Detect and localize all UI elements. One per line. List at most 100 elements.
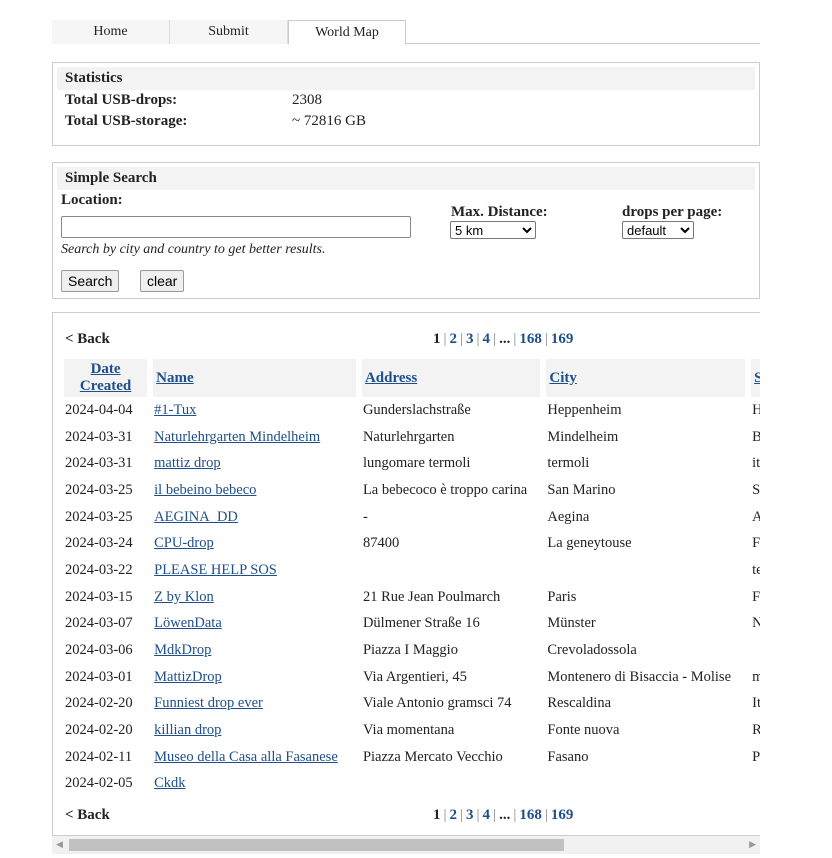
- drop-link[interactable]: AEGINA_DD: [154, 509, 238, 525]
- drop-link[interactable]: il bebeino bebeco: [154, 482, 256, 498]
- sort-link[interactable]: Address: [365, 370, 417, 386]
- back-link[interactable]: < Back: [65, 807, 110, 824]
- page-separator: |: [460, 331, 464, 347]
- name-cell: Z by Klon: [153, 584, 356, 611]
- statistics-panel: Statistics Total USB-drops: 2308 Total US…: [52, 62, 760, 146]
- drop-link[interactable]: Museo della Casa alla Fasanese: [154, 749, 338, 765]
- page-separator: |: [476, 331, 480, 347]
- page-separator: |: [513, 807, 517, 823]
- state-cell: tex: [752, 561, 760, 578]
- drop-link[interactable]: CPU-drop: [154, 535, 214, 551]
- max-distance-label: Max. Distance:: [451, 204, 548, 220]
- state-cell: Ita: [752, 695, 760, 712]
- table-row: 2024-03-24 CPU-drop 87400 La geneytouse Fra: [64, 530, 760, 557]
- drop-link[interactable]: Funniest drop ever: [154, 695, 263, 711]
- name-cell: AEGINA_DD: [153, 504, 356, 531]
- date-cell: 2024-03-25: [65, 508, 133, 525]
- page-link[interactable]: 168: [519, 807, 542, 823]
- sort-link[interactable]: Name: [156, 370, 194, 386]
- city-cell: termoli: [547, 455, 590, 472]
- date-cell: 2024-04-04: [65, 401, 133, 418]
- column-header: St: [751, 359, 760, 397]
- page-link[interactable]: 169: [551, 807, 574, 823]
- name-cell: CPU-drop: [153, 530, 356, 557]
- drop-link[interactable]: killian drop: [154, 722, 221, 738]
- name-cell: MattizDrop: [153, 664, 356, 691]
- total-drops-value: 2308: [292, 92, 322, 108]
- table-row: 2024-04-04 #1-Tux Gunderslachstraße Heppenh…: [64, 397, 760, 424]
- nav-tabs: Home Submit World Map: [52, 20, 760, 45]
- drop-link[interactable]: LöwenData: [154, 615, 222, 631]
- max-distance-select[interactable]: 5 km: [450, 221, 536, 239]
- back-link[interactable]: < Back: [65, 331, 110, 348]
- location-label: Location:: [61, 192, 123, 208]
- clear-button[interactable]: clear: [140, 270, 185, 292]
- address-cell: Gunderslachstraße: [362, 401, 471, 418]
- location-input[interactable]: [61, 216, 411, 238]
- page-link[interactable]: 3: [466, 331, 474, 347]
- pager-top: < Back 1 | 2 | 3 | 4 |... | 168 | 169: [53, 327, 760, 351]
- page-separator: |: [493, 331, 497, 347]
- state-cell: [751, 771, 760, 798]
- city-cell: Montenero di Bisaccia - Molise: [547, 668, 732, 685]
- name-cell: #1-Tux: [153, 397, 356, 424]
- current-page: 1: [433, 807, 441, 823]
- date-cell: 2024-03-31: [65, 455, 133, 472]
- scroll-right-arrow-icon[interactable]: ▶: [749, 839, 756, 850]
- date-cell: 2024-03-07: [65, 615, 133, 632]
- drop-link[interactable]: Z by Klon: [154, 589, 214, 605]
- sort-link[interactable]: City: [549, 370, 577, 386]
- page-link[interactable]: 2: [450, 807, 458, 823]
- table-row: 2024-03-15 Z by Klon 21 Rue Jean Poulmarch…: [64, 584, 760, 611]
- city-cell: San Marino: [547, 481, 616, 498]
- address-cell: [362, 771, 540, 798]
- column-header: Address: [361, 359, 541, 397]
- sort-link[interactable]: Date Created: [80, 361, 131, 394]
- page-link[interactable]: 3: [466, 807, 474, 823]
- tab-world-map[interactable]: World Map: [288, 20, 406, 45]
- drop-link[interactable]: MdkDrop: [154, 642, 211, 658]
- table-row: 2024-03-25 il bebeino bebeco La bebecoco è…: [64, 477, 760, 504]
- pagination: 1 | 2 | 3 | 4 |... | 168 | 169: [433, 331, 573, 348]
- name-cell: Museo della Casa alla Fasanese: [153, 744, 356, 771]
- city-cell: Fasano: [547, 748, 589, 765]
- name-cell: Ckdk: [153, 771, 356, 798]
- drop-link[interactable]: PLEASE HELP SOS: [154, 562, 277, 578]
- drop-link[interactable]: Naturlehrgarten Mindelheim: [154, 429, 320, 445]
- state-cell: Fra: [752, 535, 760, 552]
- drop-link[interactable]: mattiz drop: [154, 455, 220, 471]
- state-cell: Sa: [752, 481, 760, 498]
- drop-link[interactable]: #1-Tux: [154, 402, 196, 418]
- table-row: 2024-03-31 mattiz drop lungomare termoli te…: [64, 450, 760, 477]
- page-link[interactable]: 2: [450, 331, 458, 347]
- page-link[interactable]: 4: [483, 331, 491, 347]
- total-storage-label: Total USB-storage:: [65, 113, 188, 129]
- sort-link[interactable]: St: [754, 370, 760, 386]
- address-cell: La bebecoco è troppo carina: [362, 481, 528, 498]
- drops-per-page-select[interactable]: default: [622, 221, 694, 239]
- page-link[interactable]: 4: [483, 807, 491, 823]
- page-link[interactable]: 168: [519, 331, 542, 347]
- address-cell: [362, 557, 540, 584]
- scroll-left-arrow-icon[interactable]: ◀: [56, 839, 63, 850]
- address-cell: 21 Rue Jean Poulmarch: [362, 588, 501, 605]
- address-cell: Naturlehrgarten: [362, 428, 455, 445]
- drop-link[interactable]: Ckdk: [154, 775, 185, 791]
- tab-home[interactable]: Home: [52, 20, 170, 44]
- state-cell: mo: [751, 664, 760, 691]
- horizontal-scrollbar[interactable]: ◀ ▶: [52, 836, 760, 854]
- scrollbar-thumb[interactable]: [69, 839, 564, 851]
- search-button[interactable]: Search: [61, 270, 120, 292]
- table-row: 2024-03-06 MdkDrop Piazza I Maggio Crevolad…: [64, 637, 760, 664]
- table-row: 2024-02-11 Museo della Casa alla Fasanese…: [64, 744, 760, 771]
- name-cell: mattiz drop: [153, 450, 356, 477]
- state-cell: NR: [751, 611, 760, 638]
- address-cell: Via Argentieri, 45: [362, 668, 467, 685]
- column-header: City: [546, 359, 746, 397]
- drop-link[interactable]: MattizDrop: [154, 669, 222, 685]
- page-separator: |: [544, 331, 548, 347]
- page-ellipsis: ...: [499, 331, 511, 347]
- address-cell: 87400: [362, 535, 400, 552]
- tab-submit[interactable]: Submit: [170, 20, 288, 44]
- page-link[interactable]: 169: [551, 331, 574, 347]
